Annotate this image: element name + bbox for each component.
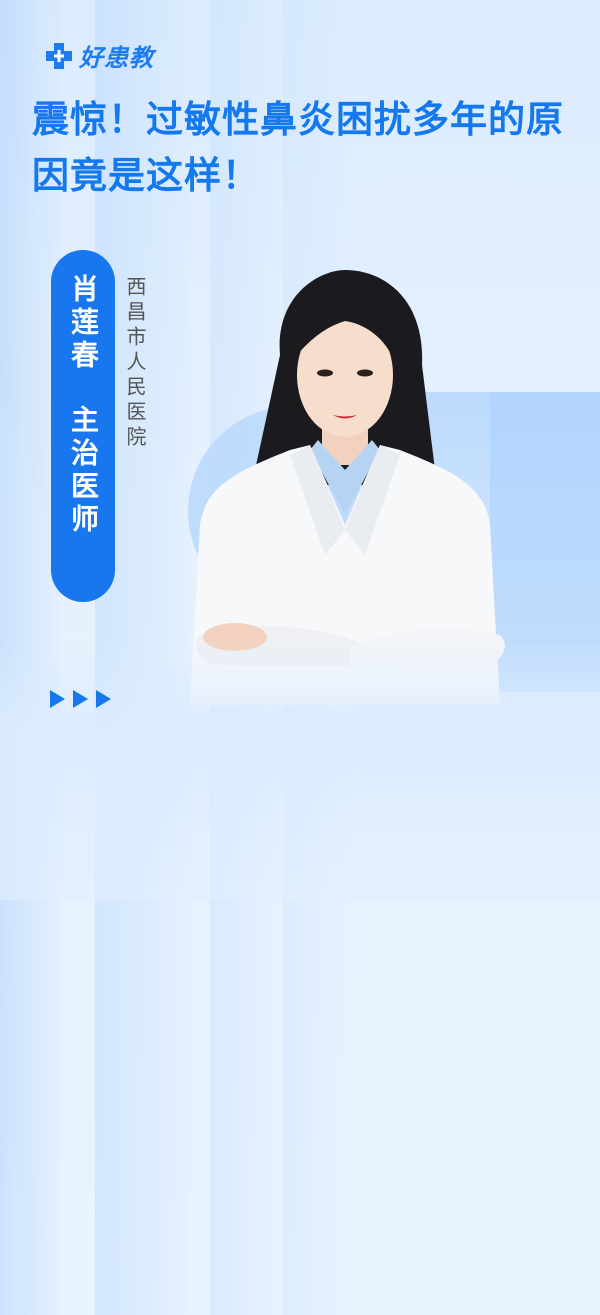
play-triangle-icon: [96, 690, 111, 708]
poster: 好患教 震惊！过敏性鼻炎困扰多年的原因竟是这样！ 肖莲春 主治医师 西昌市人民医…: [0, 0, 600, 1315]
medical-cross-icon: [46, 42, 72, 69]
doctor-title: 主治医师: [67, 405, 100, 537]
hospital-name: 西昌市人民医院: [123, 276, 147, 451]
article-title: 震惊！过敏性鼻炎困扰多年的原因竟是这样！: [32, 98, 564, 197]
play-triangle-icon: [73, 690, 88, 708]
doctor-badge: 肖莲春 主治医师: [51, 250, 115, 602]
brand-name: 好患教: [79, 44, 154, 72]
doctor-name: 肖莲春: [67, 274, 100, 373]
arrow-group: [50, 690, 111, 708]
brand-logo: 好患教: [45, 38, 154, 73]
bottom-fade: [0, 640, 600, 900]
doctor-portrait: [190, 270, 505, 705]
play-triangle-icon: [50, 690, 65, 708]
